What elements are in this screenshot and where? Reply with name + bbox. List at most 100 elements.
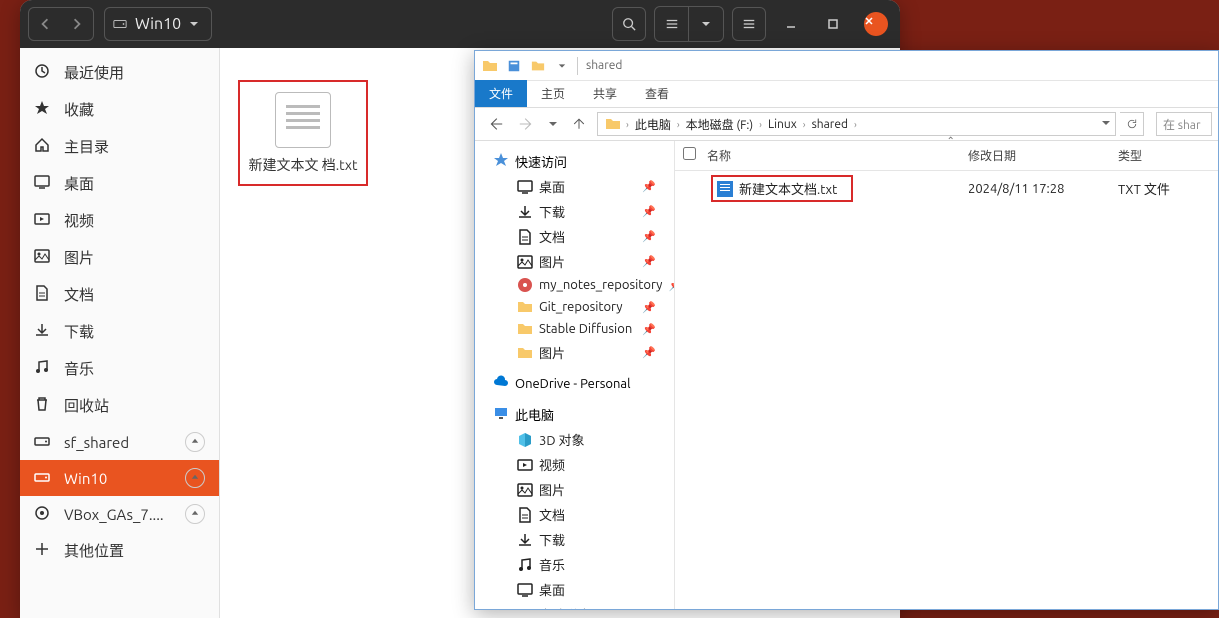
sidebar-item-12[interactable]: VBox_GAs_7.... xyxy=(20,496,219,532)
download-icon xyxy=(517,532,533,548)
col-date-header[interactable]: 修改日期 xyxy=(968,147,1118,164)
nautilus-sidebar: 最近使用收藏主目录桌面视频图片文档下载音乐回收站sf_sharedWin10VB… xyxy=(20,48,220,618)
drive-icon xyxy=(34,433,50,452)
file-label: 新建文本文 档.txt xyxy=(246,156,360,174)
ribbon-tab-3[interactable]: 查看 xyxy=(631,80,683,107)
menu-button[interactable] xyxy=(732,7,766,41)
download-icon xyxy=(517,204,533,220)
quick-item-4[interactable]: my_notes_repository📌 xyxy=(475,274,674,296)
clock-icon xyxy=(34,63,50,82)
quick-item-3[interactable]: 图片📌 xyxy=(475,249,674,274)
maximize-button[interactable] xyxy=(816,7,850,41)
quick-item-6[interactable]: Stable Diffusion📌 xyxy=(475,318,674,340)
music-icon xyxy=(517,557,533,573)
quick-item-1[interactable]: 下载📌 xyxy=(475,199,674,224)
win-forward-button[interactable] xyxy=(513,111,541,137)
pin-icon: 📌 xyxy=(642,346,666,359)
text-file-icon xyxy=(275,92,331,148)
sidebar-item-6[interactable]: 文档 xyxy=(20,276,219,313)
pc-item-0[interactable]: 3D 对象 xyxy=(475,427,674,452)
win-back-button[interactable] xyxy=(481,111,509,137)
folder-icon xyxy=(517,345,533,361)
search-box[interactable]: 在 shar xyxy=(1156,112,1212,136)
desktop-icon xyxy=(517,179,533,195)
folder-icon xyxy=(479,55,501,77)
desktop-icon xyxy=(517,582,533,598)
sidebar-item-1[interactable]: 收藏 xyxy=(20,91,219,128)
crumb-1[interactable]: 本地磁盘 (F:) xyxy=(682,114,758,135)
pin-icon: 📌 xyxy=(642,323,666,336)
onedrive-header[interactable]: OneDrive - Personal xyxy=(475,371,674,396)
video-icon xyxy=(34,211,50,230)
windows-explorer-window: shared 文件主页共享查看 › 此电脑›本地磁盘 (F:)›Linux›sh… xyxy=(474,50,1219,610)
pc-item-1[interactable]: 视频 xyxy=(475,452,674,477)
file-row[interactable]: 新建文本文档.txt 2024/8/11 17:28 TXT 文件 xyxy=(675,171,1218,206)
search-button[interactable] xyxy=(612,7,646,41)
qat-dropdown-icon[interactable] xyxy=(551,55,573,77)
pc-item-4[interactable]: 下载 xyxy=(475,527,674,552)
sidebar-item-2[interactable]: 主目录 xyxy=(20,128,219,165)
sidebar-item-7[interactable]: 下载 xyxy=(20,313,219,350)
pc-item-5[interactable]: 音乐 xyxy=(475,552,674,577)
sidebar-item-4[interactable]: 视频 xyxy=(20,202,219,239)
thispc-header[interactable]: 此电脑 xyxy=(475,402,674,427)
sidebar-item-11[interactable]: Win10 xyxy=(20,460,219,496)
sidebar-item-3[interactable]: 桌面 xyxy=(20,165,219,202)
eject-button[interactable] xyxy=(185,432,205,452)
win-title-text: shared xyxy=(586,59,622,72)
close-button[interactable] xyxy=(864,12,888,36)
quick-item-0[interactable]: 桌面📌 xyxy=(475,174,674,199)
download-icon xyxy=(34,322,50,341)
ribbon-tab-1[interactable]: 主页 xyxy=(527,80,579,107)
file-type: TXT 文件 xyxy=(1118,179,1218,198)
pc-icon xyxy=(493,405,509,424)
quick-access-header[interactable]: 快速访问 xyxy=(475,149,674,174)
quick-item-7[interactable]: 图片📌 xyxy=(475,340,674,365)
crumb-2[interactable]: Linux xyxy=(764,116,801,133)
quick-item-5[interactable]: Git_repository📌 xyxy=(475,296,674,318)
view-dropdown-button[interactable] xyxy=(689,7,723,41)
nav-back-button[interactable] xyxy=(29,8,61,40)
nautilus-titlebar: Win10 xyxy=(20,0,900,48)
pin-icon: 📌 xyxy=(642,180,666,193)
win-recent-dropdown[interactable] xyxy=(545,111,561,137)
pc-item-2[interactable]: 图片 xyxy=(475,477,674,502)
breadcrumb[interactable]: › 此电脑›本地磁盘 (F:)›Linux›shared› xyxy=(597,112,1116,136)
view-list-button[interactable] xyxy=(655,7,689,41)
refresh-button[interactable] xyxy=(1120,112,1144,136)
col-name-header[interactable]: 名称 xyxy=(703,147,968,164)
sidebar-item-9[interactable]: 回收站 xyxy=(20,387,219,424)
minimize-button[interactable] xyxy=(774,7,808,41)
doc-icon xyxy=(34,285,50,304)
breadcrumb-dropdown[interactable] xyxy=(1101,118,1111,131)
qat-properties-icon[interactable] xyxy=(503,55,525,77)
pc-item-7[interactable]: 本地磁盘 (C:) xyxy=(475,602,674,609)
col-type-header[interactable]: 类型 xyxy=(1118,147,1218,164)
txt-file-icon xyxy=(717,181,733,197)
sidebar-item-0[interactable]: 最近使用 xyxy=(20,54,219,91)
sidebar-item-13[interactable]: 其他位置 xyxy=(20,532,219,569)
pin-icon: 📌 xyxy=(642,255,666,268)
pc-item-3[interactable]: 文档 xyxy=(475,502,674,527)
sidebar-item-10[interactable]: sf_shared xyxy=(20,424,219,460)
pc-item-6[interactable]: 桌面 xyxy=(475,577,674,602)
sidebar-item-5[interactable]: 图片 xyxy=(20,239,219,276)
eject-button[interactable] xyxy=(185,468,205,488)
location-text: Win10 xyxy=(135,15,181,33)
quick-item-2[interactable]: 文档📌 xyxy=(475,224,674,249)
ribbon-tab-0[interactable]: 文件 xyxy=(475,80,527,107)
file-item[interactable]: 新建文本文 档.txt xyxy=(238,80,368,186)
select-all-checkbox[interactable] xyxy=(683,147,696,160)
qat-folder-icon[interactable] xyxy=(527,55,549,77)
trash-icon xyxy=(34,396,50,415)
win-up-button[interactable] xyxy=(565,111,593,137)
file-list: ⌃ 名称 修改日期 类型 新建文本文档.txt 2024/8/11 17:28 … xyxy=(675,141,1218,609)
nav-forward-button[interactable] xyxy=(61,8,93,40)
image-icon xyxy=(517,254,533,270)
ribbon-tab-2[interactable]: 共享 xyxy=(579,80,631,107)
eject-button[interactable] xyxy=(185,504,205,524)
sidebar-item-8[interactable]: 音乐 xyxy=(20,350,219,387)
crumb-0[interactable]: 此电脑 xyxy=(631,114,675,135)
location-bar[interactable]: Win10 xyxy=(104,7,212,41)
crumb-3[interactable]: shared xyxy=(808,116,852,133)
